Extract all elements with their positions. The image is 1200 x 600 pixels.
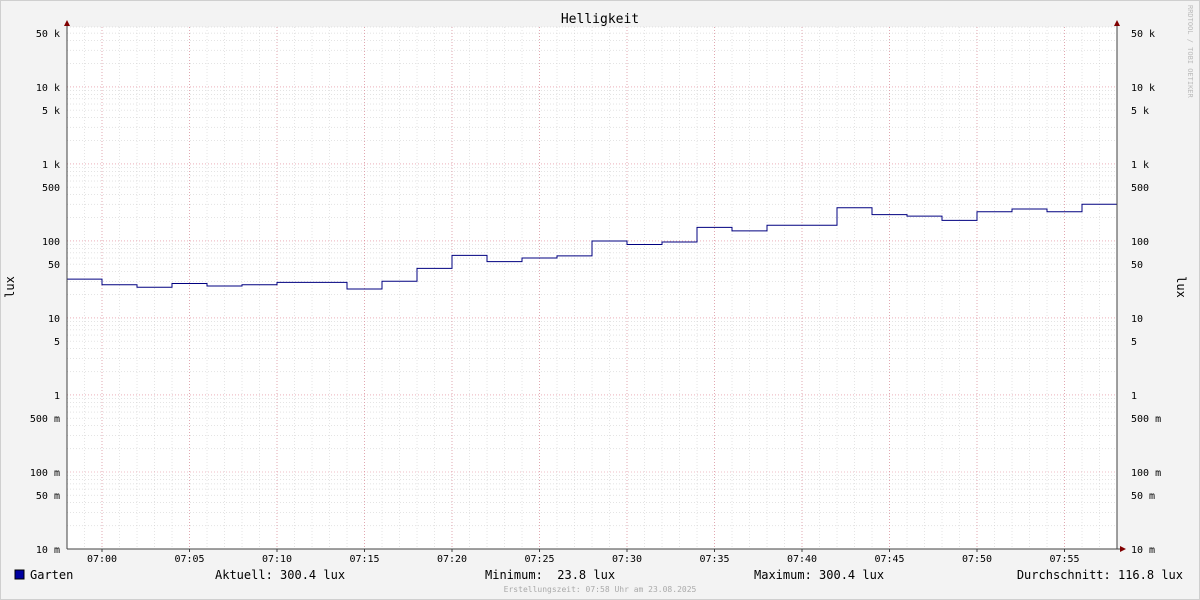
y-tick-label-right: 50 k bbox=[1131, 29, 1155, 40]
y-tick-label-right: 10 bbox=[1131, 314, 1143, 325]
y-tick-label-right: 10 m bbox=[1131, 545, 1155, 556]
y-axis-label-right: lux bbox=[1174, 276, 1188, 298]
x-tick-label: 07:50 bbox=[962, 554, 992, 565]
legend-label: Garten bbox=[30, 568, 73, 582]
x-tick-label: 07:55 bbox=[1049, 554, 1079, 565]
x-tick-label: 07:25 bbox=[524, 554, 554, 565]
stat-maximum: Maximum: 300.4 lux bbox=[754, 568, 884, 582]
y-tick-label-right: 500 m bbox=[1131, 414, 1161, 425]
y-axis-label-left: lux bbox=[3, 276, 17, 298]
x-tick-label: 07:05 bbox=[174, 554, 204, 565]
stat-current: Aktuell: 300.4 lux bbox=[215, 568, 345, 582]
y-tick-label-left: 50 bbox=[48, 260, 60, 271]
x-tick-label: 07:45 bbox=[874, 554, 904, 565]
x-tick-label: 07:30 bbox=[612, 554, 642, 565]
y-tick-label-right: 5 bbox=[1131, 337, 1137, 348]
y-tick-label-right: 100 m bbox=[1131, 468, 1161, 479]
y-tick-label-right: 1 bbox=[1131, 391, 1137, 402]
y-tick-label-left: 1 k bbox=[42, 160, 60, 171]
x-tick-label: 07:15 bbox=[349, 554, 379, 565]
y-tick-label-left: 5 k bbox=[42, 106, 60, 117]
footer-timestamp: Erstellungszeit: 07:58 Uhr am 23.08.2025 bbox=[504, 585, 697, 594]
chart-title: Helligkeit bbox=[561, 12, 639, 27]
y-tick-label-left: 10 k bbox=[36, 83, 60, 94]
y-tick-label-right: 50 bbox=[1131, 260, 1143, 271]
y-tick-label-left: 50 m bbox=[36, 491, 60, 502]
y-tick-label-left: 1 bbox=[54, 391, 60, 402]
x-tick-label: 07:00 bbox=[87, 554, 117, 565]
y-tick-label-left: 10 m bbox=[36, 545, 60, 556]
y-tick-label-right: 50 m bbox=[1131, 491, 1155, 502]
legend-swatch bbox=[14, 569, 25, 580]
y-tick-label-right: 100 bbox=[1131, 237, 1149, 248]
brightness-chart: 07:00 07:05 07:10 07:15 07:20 07:25 07:30 07:35… bbox=[0, 0, 1200, 600]
y-tick-label-left: 500 m bbox=[30, 414, 60, 425]
watermark: RRDTOOL / TOBI OETIKER bbox=[1186, 5, 1194, 99]
y-tick-label-right: 1 k bbox=[1131, 160, 1149, 171]
stat-minimum: Minimum: 23.8 lux bbox=[485, 568, 615, 582]
y-tick-label-left: 50 k bbox=[36, 29, 60, 40]
stat-average: Durchschnitt: 116.8 lux bbox=[1017, 568, 1183, 582]
y-tick-label-right: 500 bbox=[1131, 183, 1149, 194]
y-tick-label-left: 10 bbox=[48, 314, 60, 325]
x-tick-label: 07:40 bbox=[787, 554, 817, 565]
y-tick-label-left: 5 bbox=[54, 337, 60, 348]
x-tick-label: 07:20 bbox=[437, 554, 467, 565]
x-tick-label: 07:10 bbox=[262, 554, 292, 565]
y-tick-label-left: 500 bbox=[42, 183, 60, 194]
y-tick-label-right: 10 k bbox=[1131, 83, 1155, 94]
x-tick-label: 07:35 bbox=[699, 554, 729, 565]
y-tick-label-left: 100 m bbox=[30, 468, 60, 479]
y-tick-label-left: 100 bbox=[42, 237, 60, 248]
y-tick-label-right: 5 k bbox=[1131, 106, 1149, 117]
